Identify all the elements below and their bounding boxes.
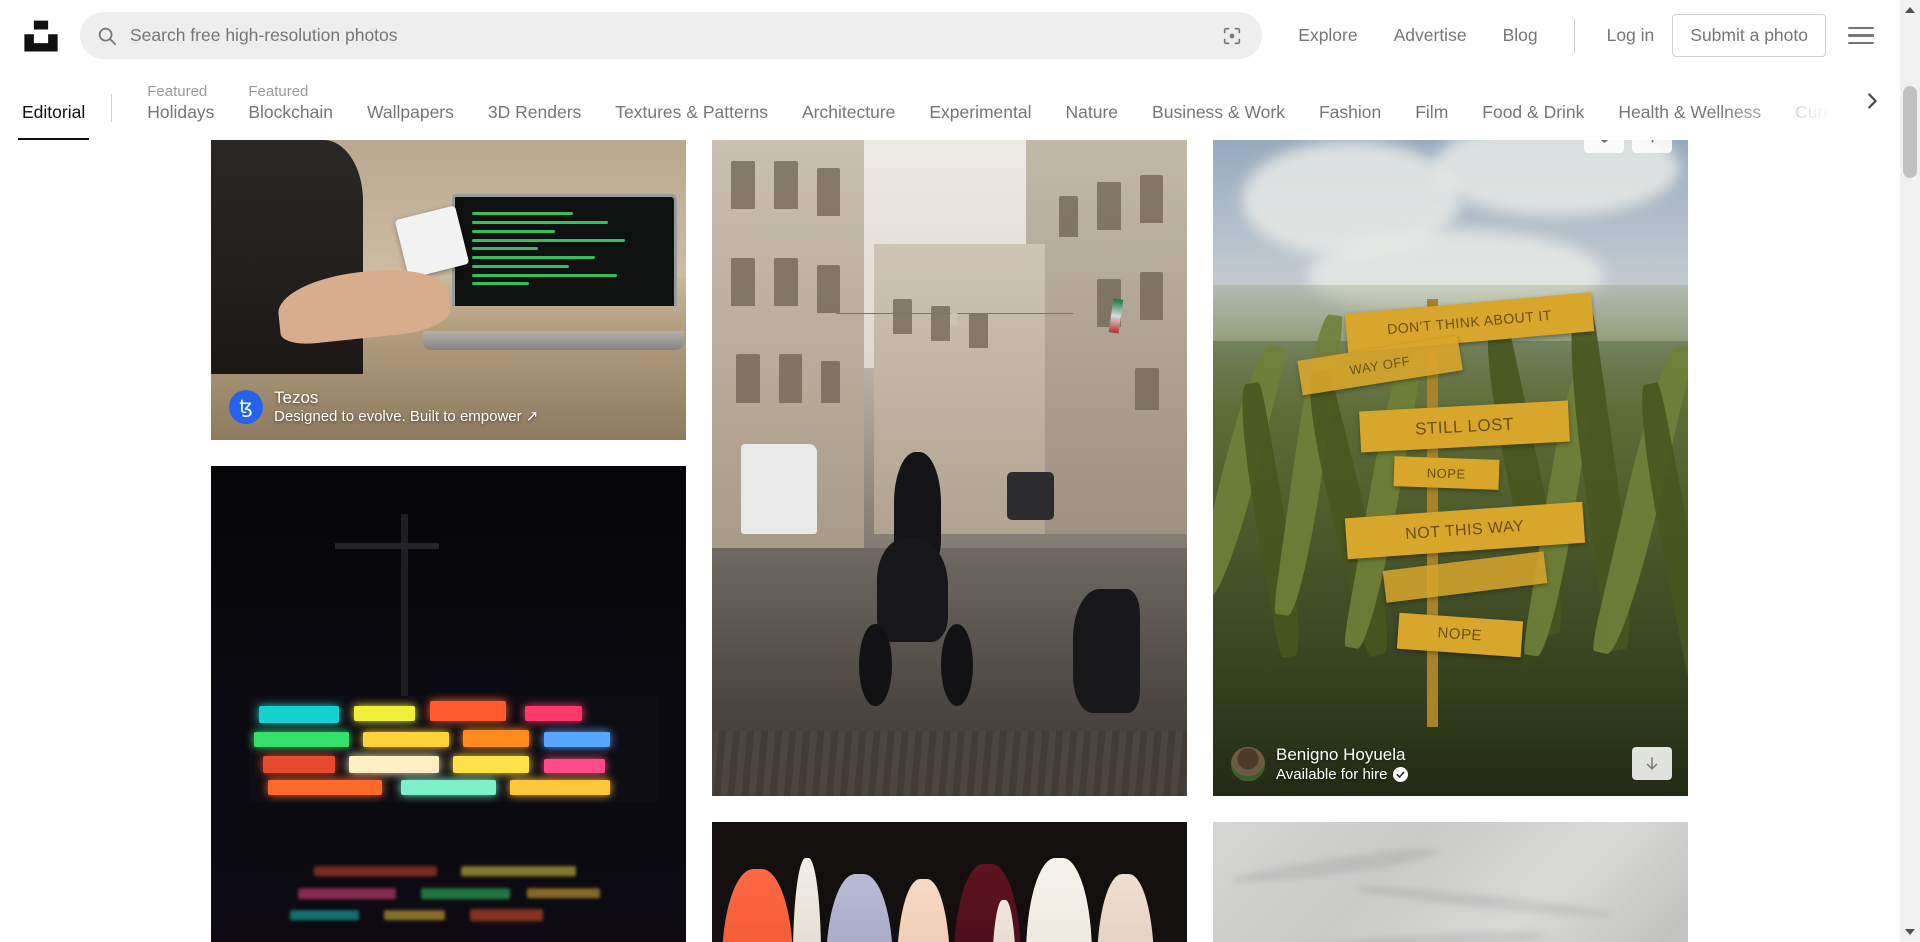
photo-art-fabric: [712, 822, 1187, 942]
heart-icon: [1600, 140, 1608, 143]
category-tab-editorial[interactable]: Editorial: [17, 103, 90, 141]
category-item-wallpapers[interactable]: Wallpapers: [350, 103, 471, 141]
like-button[interactable]: [1584, 140, 1624, 153]
card-neon-signs[interactable]: [211, 466, 686, 942]
category-item-fashion[interactable]: Fashion: [1302, 103, 1398, 141]
category-item-nature[interactable]: Nature: [1049, 103, 1136, 141]
download-button[interactable]: [1632, 747, 1672, 780]
category-item-3d-renders[interactable]: 3D Renders: [471, 103, 598, 141]
category-eyebrow: Featured: [147, 82, 208, 100]
search-input[interactable]: [130, 25, 1213, 46]
header-nav: Explore Advertise Blog: [1280, 26, 1556, 45]
card-tezos-ad[interactable]: ꜩ Tezos Designed to evolve. Built to emp…: [211, 140, 686, 440]
category-label: Blockchain: [248, 101, 333, 122]
log-in-link[interactable]: Log in: [1589, 25, 1673, 46]
site-header: Explore Advertise Blog Log in Submit a p…: [0, 0, 1900, 71]
submit-a-photo-button[interactable]: Submit a photo: [1672, 14, 1826, 57]
photo-grid[interactable]: ꜩ Tezos Designed to evolve. Built to emp…: [0, 140, 1900, 942]
signpost-label-3: NOPE: [1393, 456, 1499, 491]
category-item-business-work[interactable]: Business & Work: [1135, 103, 1302, 141]
hamburger-menu-icon[interactable]: [1848, 22, 1876, 50]
grid-column-1: ꜩ Tezos Designed to evolve. Built to emp…: [211, 140, 686, 942]
category-item-blockchain[interactable]: Featured Blockchain: [231, 84, 350, 141]
tezos-logo-icon: ꜩ: [229, 390, 263, 425]
sponsor-name: Tezos: [274, 388, 319, 408]
header-divider: [1573, 18, 1575, 53]
category-item-architecture[interactable]: Architecture: [785, 103, 912, 141]
scroll-down-arrow-icon[interactable]: [1900, 922, 1920, 942]
search-bar[interactable]: [80, 12, 1263, 59]
search-icon: [96, 25, 118, 47]
sponsor-tagline: Designed to evolve. Built to empower ↗: [274, 408, 539, 426]
category-scroll-area[interactable]: Featured Holidays Featured Blockchain Wa…: [112, 71, 1900, 140]
category-eyebrow: Featured: [248, 82, 309, 100]
category-item-textures-patterns[interactable]: Textures & Patterns: [598, 103, 785, 141]
category-editorial-wrap: Editorial: [0, 71, 113, 141]
card-cornfield-signs[interactable]: DON'T THINK ABOUT IT WAY OFF STILL LOST …: [1213, 140, 1688, 796]
category-next-button[interactable]: [1844, 71, 1900, 140]
category-item-holidays[interactable]: Featured Holidays: [130, 84, 231, 141]
category-nav: Editorial Featured Holidays Featured Blo…: [0, 71, 1900, 140]
card-marble-texture[interactable]: [1213, 822, 1688, 942]
nav-link-explore[interactable]: Explore: [1280, 26, 1375, 45]
grid-column-2: [712, 140, 1187, 942]
photo-art-cornfield: DON'T THINK ABOUT IT WAY OFF STILL LOST …: [1213, 140, 1688, 796]
chevron-right-icon: [1868, 92, 1877, 109]
unsplash-logo[interactable]: [22, 17, 60, 55]
plus-icon: [1651, 140, 1653, 143]
add-to-collection-button[interactable]: [1632, 140, 1672, 153]
visual-search-icon[interactable]: [1220, 24, 1244, 48]
card-street-scooter[interactable]: [712, 140, 1187, 796]
category-item-film[interactable]: Film: [1398, 103, 1465, 141]
nav-link-advertise[interactable]: Advertise: [1376, 26, 1485, 45]
photo-art-neon: [211, 466, 686, 942]
scroll-thumb[interactable]: [1903, 86, 1917, 178]
page-scrollbar[interactable]: [1900, 0, 1920, 942]
sponsor-attribution[interactable]: ꜩ Tezos Designed to evolve. Built to emp…: [229, 388, 538, 426]
photo-art-marble: [1213, 822, 1688, 942]
scroll-up-arrow-icon[interactable]: [1900, 0, 1920, 20]
author-name: Benigno Hoyuela: [1276, 744, 1406, 764]
category-item-health-wellness[interactable]: Health & Wellness: [1601, 103, 1778, 141]
category-item-food-drink[interactable]: Food & Drink: [1465, 103, 1601, 141]
category-item-experimental[interactable]: Experimental: [912, 103, 1048, 141]
unsplash-page: Explore Advertise Blog Log in Submit a p…: [0, 0, 1920, 942]
author-status-label: Available for hire: [1276, 765, 1388, 783]
card-fabric-rolls[interactable]: [712, 822, 1187, 942]
photo-actions: [1584, 140, 1672, 153]
category-label: Holidays: [147, 101, 215, 122]
avatar[interactable]: [1231, 747, 1265, 782]
verified-badge-icon: [1393, 767, 1409, 783]
photo-art-street: [712, 140, 1187, 796]
author-status: Available for hire: [1276, 765, 1409, 784]
grid-column-3: DON'T THINK ABOUT IT WAY OFF STILL LOST …: [1213, 140, 1688, 942]
nav-link-blog[interactable]: Blog: [1485, 26, 1556, 45]
photo-author[interactable]: Benigno Hoyuela Available for hire: [1231, 744, 1409, 784]
download-arrow-icon: [1646, 756, 1658, 770]
